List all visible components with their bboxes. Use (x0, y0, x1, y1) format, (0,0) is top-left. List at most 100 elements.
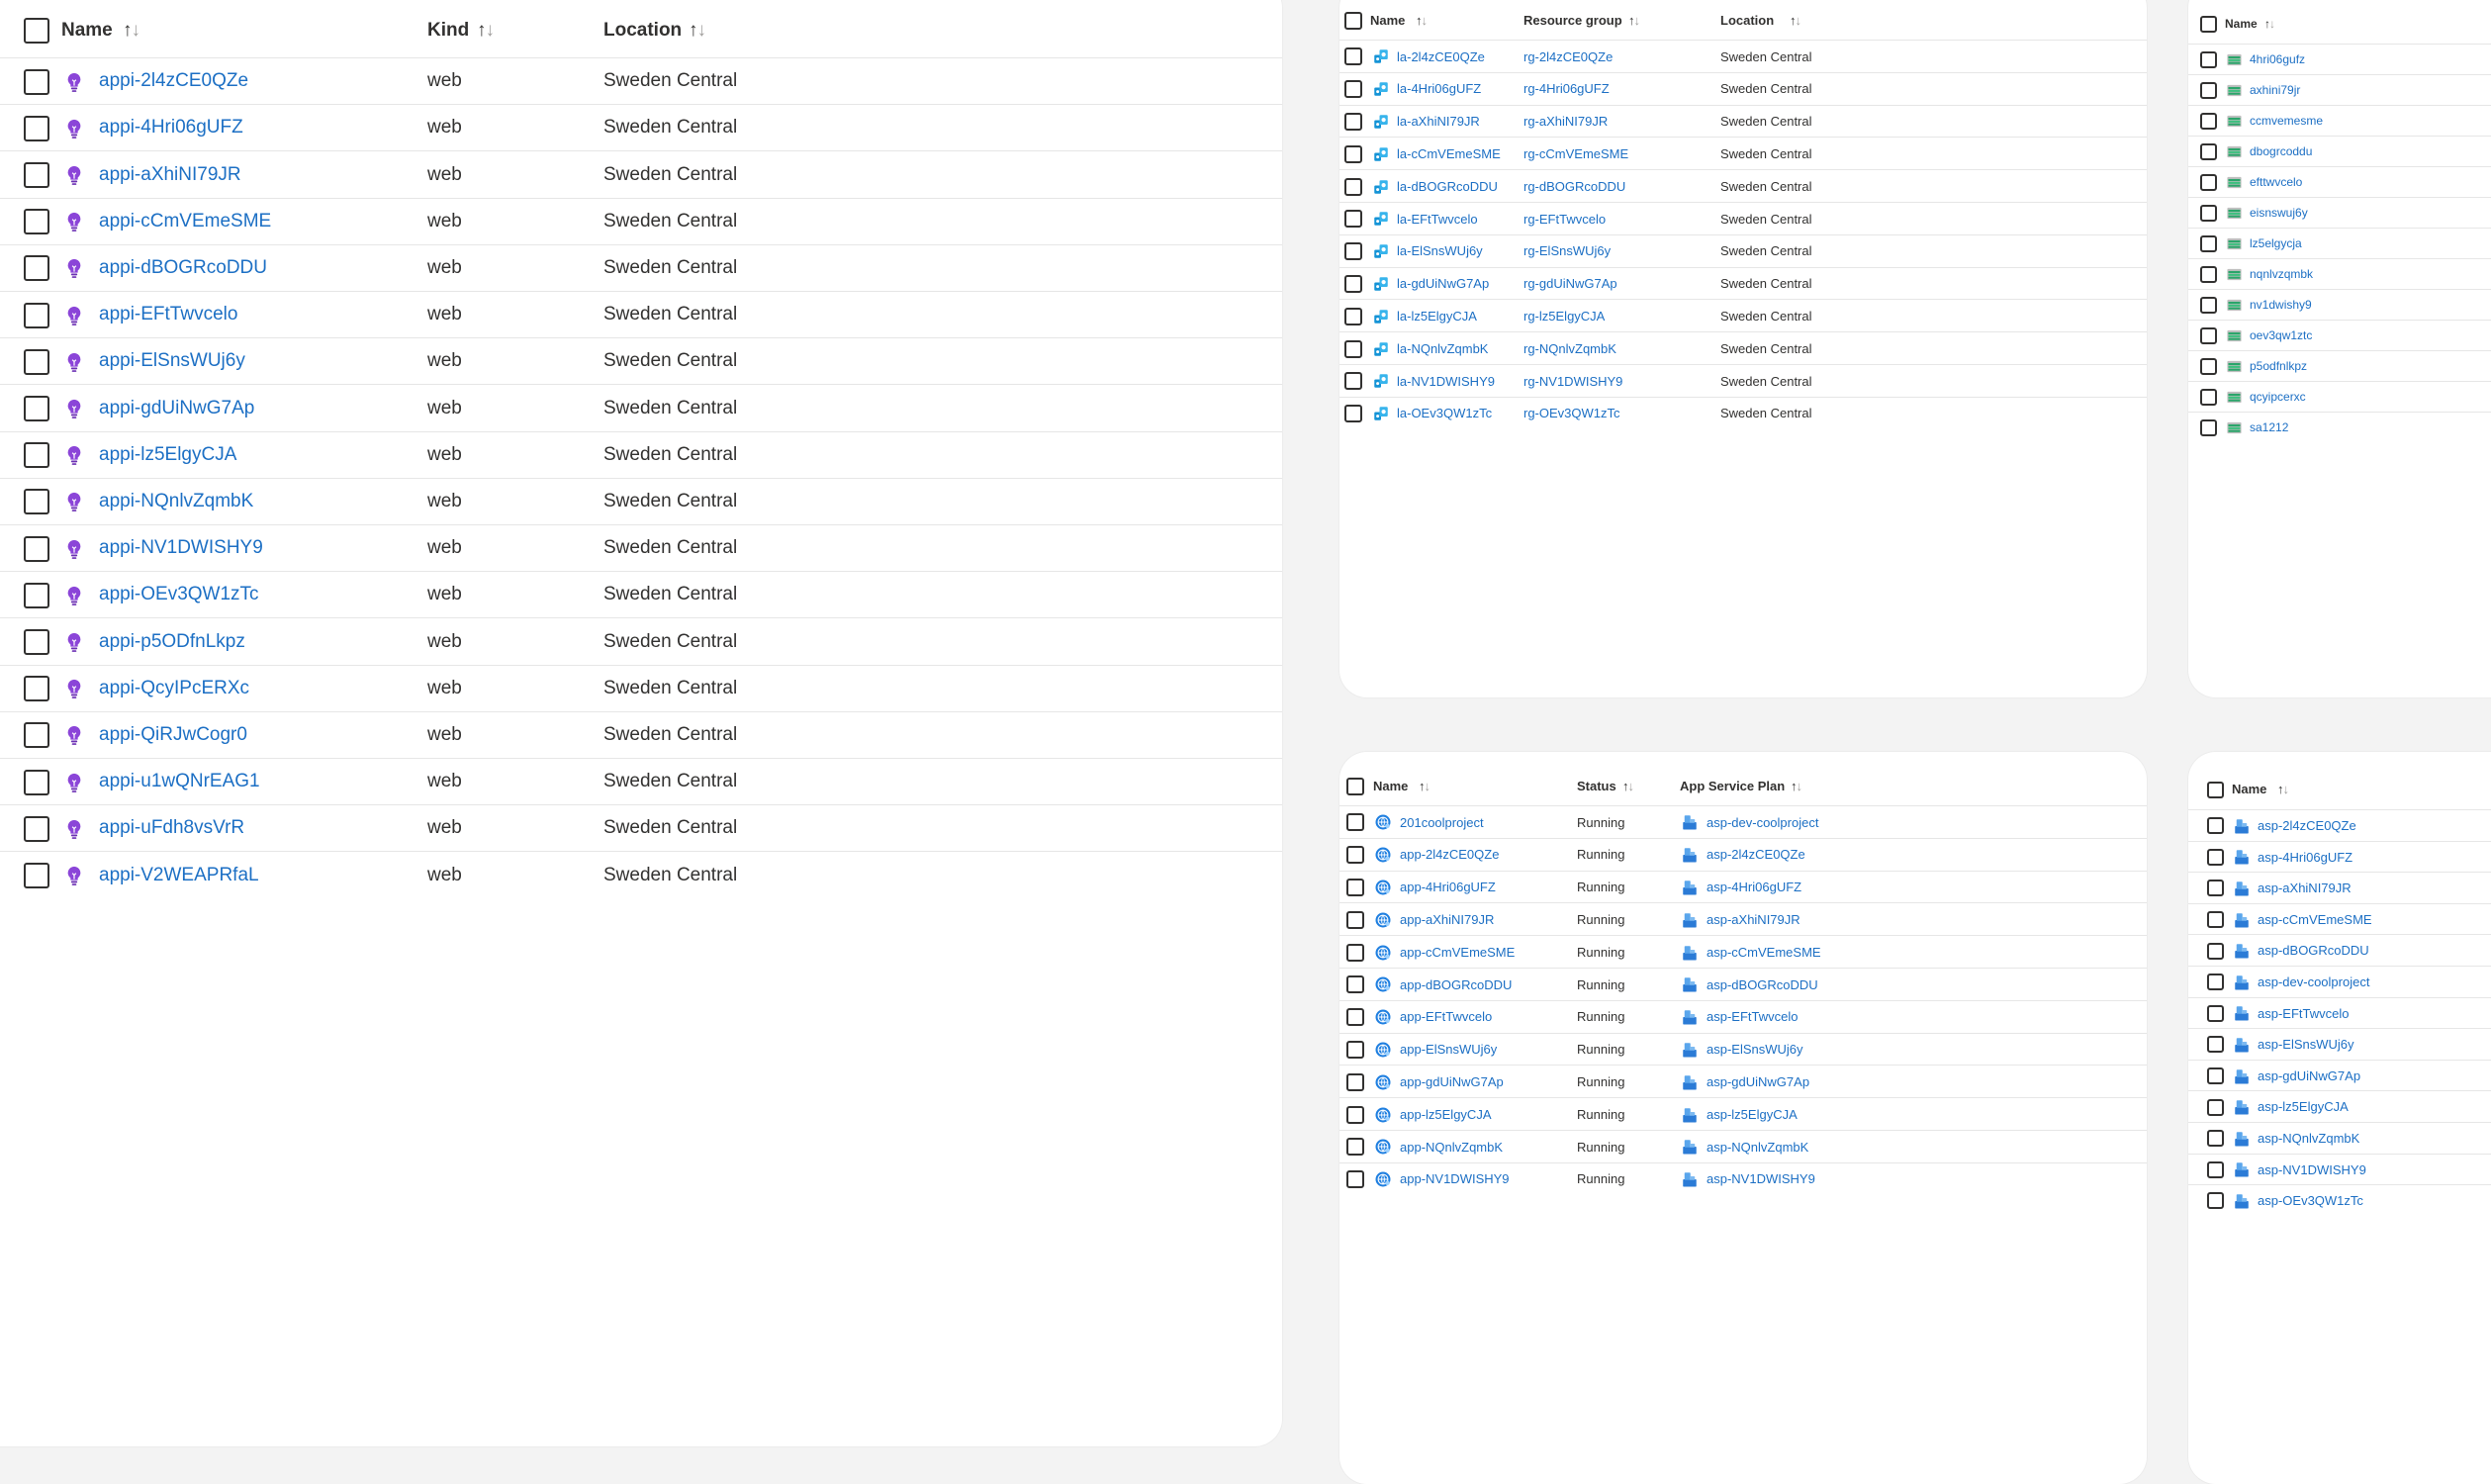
resource-link[interactable]: app-2l4zCE0QZe (1400, 847, 1499, 862)
resource-link[interactable]: rg-NQnlvZqmbK (1523, 341, 1616, 356)
resource-link[interactable]: app-NQnlvZqmbK (1400, 1140, 1503, 1155)
select-all-checkbox[interactable] (1344, 12, 1362, 30)
resource-link[interactable]: p5odfnlkpz (2250, 359, 2307, 373)
row-checkbox[interactable] (1346, 943, 1364, 962)
resource-link[interactable]: app-NV1DWISHY9 (1400, 1171, 1510, 1186)
resource-link[interactable]: la-cCmVEmeSME (1397, 146, 1501, 161)
table-row[interactable]: appi-QcyIPcERXc web Sweden Central (0, 664, 1282, 712)
resource-link[interactable]: la-ElSnsWUj6y (1397, 243, 1483, 258)
row-checkbox[interactable] (2207, 1160, 2224, 1178)
table-row[interactable]: efttwvcelo (2188, 166, 2491, 198)
column-header-plan[interactable]: App Service Plan (1680, 779, 1785, 793)
table-row[interactable]: la-ElSnsWUj6y rg-ElSnsWUj6y Sweden Central (1339, 233, 2147, 268)
row-checkbox[interactable] (24, 722, 49, 749)
resource-link[interactable]: appi-p5ODfnLkpz (99, 631, 245, 653)
row-checkbox[interactable] (24, 161, 49, 188)
table-row[interactable]: 201coolproject Running asp-dev-coolproject (1339, 805, 2147, 839)
column-header-group[interactable]: Resource group (1523, 13, 1622, 28)
row-checkbox[interactable] (1346, 1138, 1364, 1157)
resource-link[interactable]: ccmvemesme (2250, 114, 2323, 128)
resource-link[interactable]: app-lz5ElgyCJA (1400, 1107, 1492, 1122)
row-checkbox[interactable] (2200, 174, 2217, 191)
row-checkbox[interactable] (24, 115, 49, 141)
row-checkbox[interactable] (2200, 389, 2217, 406)
resource-link[interactable]: asp-ElSnsWUj6y (1707, 1042, 1803, 1057)
row-checkbox[interactable] (2207, 942, 2224, 960)
table-row[interactable]: p5odfnlkpz (2188, 350, 2491, 382)
resource-link[interactable]: asp-NQnlvZqmbK (1707, 1140, 1808, 1155)
resource-link[interactable]: asp-cCmVEmeSME (1707, 945, 1821, 960)
row-checkbox[interactable] (1346, 1072, 1364, 1091)
row-checkbox[interactable] (1344, 112, 1362, 131)
resource-link[interactable]: lz5elgycja (2250, 236, 2302, 250)
resource-link[interactable]: rg-dBOGRcoDDU (1523, 179, 1625, 194)
resource-link[interactable]: oev3qw1ztc (2250, 328, 2312, 342)
table-row[interactable]: appi-QiRJwCogr0 web Sweden Central (0, 710, 1282, 759)
resource-link[interactable]: appi-QiRJwCogr0 (99, 724, 247, 746)
row-checkbox[interactable] (1346, 910, 1364, 929)
column-header-location[interactable]: Location (603, 20, 682, 42)
row-checkbox[interactable] (1346, 1008, 1364, 1027)
table-row[interactable]: 4hri06gufz (2188, 44, 2491, 75)
table-row[interactable]: la-gdUiNwG7Ap rg-gdUiNwG7Ap Sweden Central (1339, 266, 2147, 301)
resource-link[interactable]: appi-NV1DWISHY9 (99, 537, 263, 559)
resource-link[interactable]: la-dBOGRcoDDU (1397, 179, 1498, 194)
row-checkbox[interactable] (24, 815, 49, 842)
resource-link[interactable]: appi-EFtTwvcelo (99, 304, 237, 325)
resource-link[interactable]: asp-2l4zCE0QZe (2258, 818, 2356, 833)
column-header-name[interactable]: Name (2232, 782, 2266, 796)
resource-link[interactable]: rg-2l4zCE0QZe (1523, 49, 1613, 64)
table-row[interactable]: app-gdUiNwG7Ap Running asp-gdUiNwG7Ap (1339, 1065, 2147, 1098)
resource-link[interactable]: eisnswuj6y (2250, 206, 2308, 220)
row-checkbox[interactable] (1344, 177, 1362, 196)
table-row[interactable]: appi-aXhiNI79JR web Sweden Central (0, 150, 1282, 198)
resource-link[interactable]: la-NQnlvZqmbK (1397, 341, 1488, 356)
row-checkbox[interactable] (1344, 339, 1362, 358)
resource-link[interactable]: 201coolproject (1400, 815, 1484, 830)
resource-link[interactable]: la-EFtTwvcelo (1397, 212, 1478, 227)
row-checkbox[interactable] (24, 769, 49, 795)
select-all-checkbox[interactable] (2207, 781, 2224, 798)
table-row[interactable]: asp-OEv3QW1zTc (2188, 1184, 2491, 1217)
table-row[interactable]: appi-dBOGRcoDDU web Sweden Central (0, 243, 1282, 292)
table-row[interactable]: appi-2l4zCE0QZe web Sweden Central (0, 57, 1282, 105)
resource-link[interactable]: asp-cCmVEmeSME (2258, 912, 2372, 927)
resource-link[interactable]: appi-uFdh8vsVrR (99, 817, 244, 839)
table-row[interactable]: la-cCmVEmeSME rg-cCmVEmeSME Sweden Central (1339, 137, 2147, 170)
table-row[interactable]: app-dBOGRcoDDU Running asp-dBOGRcoDDU (1339, 968, 2147, 1001)
table-row[interactable]: ccmvemesme (2188, 105, 2491, 137)
sort-icon[interactable]: ↑↓ (1419, 779, 1430, 793)
table-row[interactable]: appi-uFdh8vsVrR web Sweden Central (0, 804, 1282, 852)
resource-link[interactable]: asp-4Hri06gUFZ (2258, 850, 2353, 865)
resource-link[interactable]: sa1212 (2250, 420, 2288, 434)
row-checkbox[interactable] (1344, 47, 1362, 66)
resource-link[interactable]: asp-dev-coolproject (1707, 815, 1818, 830)
resource-link[interactable]: asp-gdUiNwG7Ap (2258, 1068, 2360, 1083)
table-row[interactable]: dbogrcoddu (2188, 136, 2491, 167)
column-header-name[interactable]: Name (1373, 779, 1408, 793)
row-checkbox[interactable] (2200, 358, 2217, 375)
table-row[interactable]: asp-2l4zCE0QZe (2188, 809, 2491, 842)
row-checkbox[interactable] (2207, 880, 2224, 897)
table-row[interactable]: app-lz5ElgyCJA Running asp-lz5ElgyCJA (1339, 1097, 2147, 1131)
resource-link[interactable]: la-lz5ElgyCJA (1397, 309, 1477, 324)
resource-link[interactable]: asp-OEv3QW1zTc (2258, 1193, 2363, 1208)
resource-link[interactable]: app-EFtTwvcelo (1400, 1009, 1492, 1024)
row-checkbox[interactable] (2207, 974, 2224, 991)
row-checkbox[interactable] (1344, 144, 1362, 163)
row-checkbox[interactable] (1344, 80, 1362, 99)
resource-link[interactable]: appi-gdUiNwG7Ap (99, 398, 254, 419)
resource-link[interactable]: rg-lz5ElgyCJA (1523, 309, 1605, 324)
table-row[interactable]: la-4Hri06gUFZ rg-4Hri06gUFZ Sweden Central (1339, 71, 2147, 106)
row-checkbox[interactable] (1344, 372, 1362, 391)
resource-link[interactable]: appi-V2WEAPRfaL (99, 865, 259, 886)
row-checkbox[interactable] (2207, 1004, 2224, 1022)
column-header-name[interactable]: Name (1370, 13, 1405, 28)
resource-link[interactable]: rg-ElSnsWUj6y (1523, 243, 1611, 258)
table-row[interactable]: asp-NV1DWISHY9 (2188, 1153, 2491, 1186)
select-all-checkbox[interactable] (1346, 778, 1364, 795)
resource-link[interactable]: appi-4Hri06gUFZ (99, 117, 243, 139)
resource-link[interactable]: asp-ElSnsWUj6y (2258, 1037, 2354, 1052)
resource-link[interactable]: nv1dwishy9 (2250, 298, 2312, 312)
row-checkbox[interactable] (1346, 1170, 1364, 1189)
